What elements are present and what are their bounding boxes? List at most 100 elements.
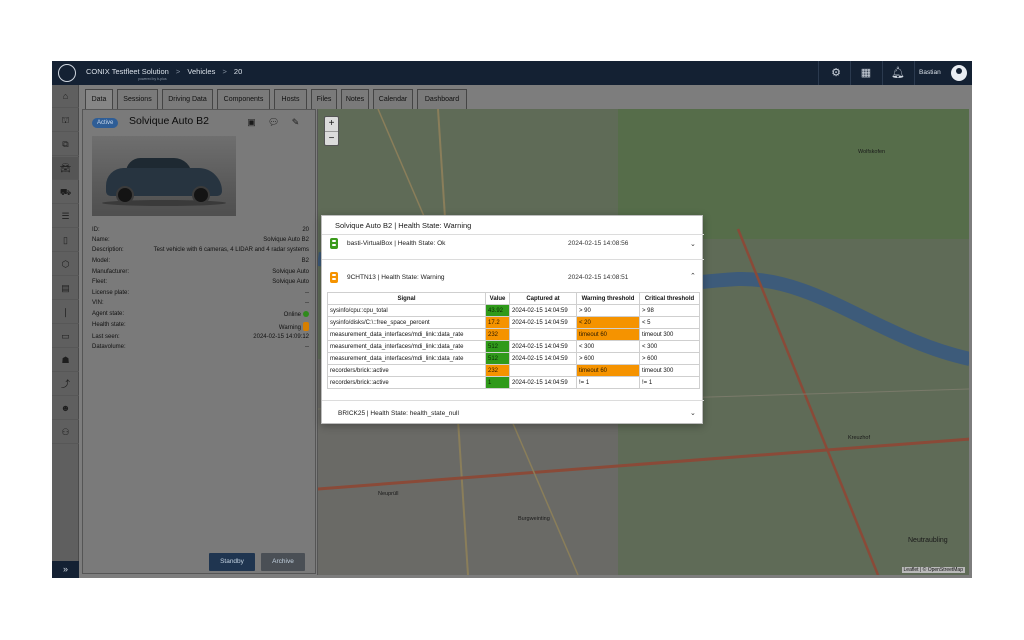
box-icon: ⬡: [61, 259, 70, 269]
sidebar-item-list[interactable]: ☰: [52, 205, 79, 228]
prop-value-wrap: Online: [284, 311, 309, 318]
prop-value: 20: [302, 227, 309, 233]
map-attribution[interactable]: Leaflet | © OpenStreetMap: [901, 567, 965, 573]
chevron-up-icon[interactable]: ⌃: [690, 272, 696, 280]
cell-value: 232: [485, 364, 510, 377]
tab-data[interactable]: Data: [85, 89, 113, 110]
cell-warning: < 300: [576, 340, 640, 353]
app-title[interactable]: CONIX Testfleet Solution: [86, 67, 169, 76]
sidebar-item-box[interactable]: ⬡: [52, 253, 79, 276]
tab-notes[interactable]: Notes: [341, 89, 369, 109]
fleet-icon: ⛟: [59, 187, 72, 197]
standby-button[interactable]: Standby: [209, 553, 255, 571]
cell-critical: < 300: [639, 340, 700, 353]
vehicle-title: Solvique Auto B2: [129, 115, 209, 127]
sidebar-item-home[interactable]: ⌂: [52, 85, 79, 108]
prop-key: Agent state:: [92, 311, 125, 317]
driver-icon: ☗: [61, 355, 70, 365]
cell-critical: > 600: [639, 352, 700, 365]
chevron-down-icon[interactable]: ⌄: [690, 240, 696, 248]
prop-fleet: Fleet: Solvique Auto: [92, 279, 309, 289]
sidebar-item-vehicles[interactable]: 🚘︎: [52, 157, 79, 180]
sidebar-expand-button[interactable]: »: [52, 561, 79, 578]
tab-hosts[interactable]: Hosts: [274, 89, 307, 109]
sidebar-item-dashboard[interactable]: ⛫: [52, 109, 79, 132]
tab-driving-data[interactable]: Driving Data: [162, 89, 213, 109]
archive-button[interactable]: Archive: [261, 553, 305, 571]
cell-warning: > 600: [576, 352, 640, 365]
prop-value: Solvique Auto: [272, 279, 309, 285]
chat-icon[interactable]: 💬︎: [268, 117, 279, 128]
map-label-burgweinting: Burgweinting: [518, 516, 550, 522]
modal-title: Solvique Auto B2 | Health State: Warning: [335, 221, 472, 230]
prop-value: Test vehicle with 6 cameras, 4 LIDAR and…: [153, 247, 309, 253]
user-name[interactable]: Bastian: [919, 69, 941, 76]
tab-calendar[interactable]: Calendar: [373, 89, 413, 109]
breadcrumb-vehicles[interactable]: Vehicles: [187, 67, 215, 76]
host-row-label[interactable]: basti-VirtualBox | Health State: Ok: [347, 240, 445, 247]
traffic-light-warning-icon[interactable]: [303, 322, 309, 331]
prop-key: Health state:: [92, 322, 126, 328]
prop-key: Manufacturer:: [92, 269, 130, 275]
sidebar-item-storage[interactable]: ▤: [52, 277, 79, 300]
prop-value: 2024-02-15 14:09:12: [253, 334, 309, 340]
sidebar-item-fleets[interactable]: ⛟: [52, 181, 79, 204]
prop-key: License plate:: [92, 290, 130, 296]
sidebar-item-drivers[interactable]: ☗: [52, 349, 79, 372]
divider: [914, 61, 915, 85]
prop-model: Model: B2: [92, 258, 309, 268]
prop-last-seen: Last seen: 2024-02-15 14:09:12: [92, 334, 309, 344]
prop-key: Fleet:: [92, 279, 108, 285]
column-header: Critical threshold: [639, 292, 700, 305]
bell-icon[interactable]: 🔔︎: [890, 65, 906, 81]
zoom-in-button[interactable]: +: [325, 117, 338, 131]
cell-critical: > 98: [639, 304, 700, 317]
breadcrumb-separator: >: [175, 67, 181, 76]
sidebar-item-devices[interactable]: ⧉: [52, 133, 79, 156]
traffic-light-warning-icon: [330, 272, 338, 283]
status-badge: Active: [92, 118, 119, 128]
vehicle-icon: ▭: [61, 331, 70, 341]
chip-icon: ▯: [63, 235, 68, 245]
sidebar-item-groups[interactable]: ⚇: [52, 421, 79, 444]
cell-signal: recorders/brick::active: [327, 376, 486, 389]
sidebar-item-routes[interactable]: ⤴: [52, 373, 79, 396]
breadcrumb: CONIX Testfleet Solution > Vehicles > 20: [86, 67, 242, 76]
tab-components[interactable]: Components: [217, 89, 270, 109]
sidebar-item-car[interactable]: ▭: [52, 325, 79, 348]
edit-icon[interactable]: ✎: [290, 117, 301, 128]
map-label-wolfskofen: Wolfskofen: [858, 149, 886, 155]
storage-icon: ▤: [61, 283, 70, 293]
sidebar-item-users[interactable]: ☻: [52, 397, 79, 420]
tab-sessions[interactable]: Sessions: [117, 89, 158, 109]
id-card-icon[interactable]: ▣: [246, 117, 257, 128]
sidebar-item-sensor[interactable]: ❘: [52, 301, 79, 324]
list-icon: ☰: [61, 211, 70, 221]
prop-value: Solvique Auto: [272, 269, 309, 275]
prop-key: VIN:: [92, 300, 104, 306]
prop-manufacturer: Manufacturer: Solvique Auto: [92, 269, 309, 279]
host-row-time: 2024-02-15 14:08:56: [568, 240, 629, 247]
tab-dashboard[interactable]: Dashboard: [417, 89, 467, 109]
prop-key: Name:: [92, 237, 110, 243]
cell-signal: sysinfo/disks/C:\::free_space_percent: [327, 316, 486, 329]
cell-critical: < 5: [639, 316, 700, 329]
settings-cluster-icon[interactable]: ⚙: [828, 65, 844, 81]
host-row-label[interactable]: 9CHTN13 | Health State: Warning: [347, 274, 445, 281]
chevron-down-icon[interactable]: ⌄: [690, 409, 696, 417]
prop-value: B2: [301, 258, 309, 264]
cell-value: 43.92: [485, 304, 510, 317]
tab-files[interactable]: Files: [311, 89, 337, 109]
traffic-light-ok-icon: [330, 238, 338, 249]
logo-icon[interactable]: [58, 64, 76, 82]
calendar-icon[interactable]: ▦: [858, 65, 874, 81]
zoom-control: + −: [324, 116, 339, 146]
sidebar-item-hardware[interactable]: ▯: [52, 229, 79, 252]
host-row-label[interactable]: BRICK25 | Health State: health_state_nul…: [338, 410, 459, 417]
avatar[interactable]: [951, 65, 967, 81]
prop-license-plate: License plate: --: [92, 290, 309, 300]
zoom-out-button[interactable]: −: [325, 131, 338, 145]
prop-name: Name: Solvique Auto B2: [92, 237, 309, 247]
cell-signal: measurement_data_interfaces/mdi_link::da…: [327, 340, 486, 353]
prop-value: --: [305, 290, 309, 296]
